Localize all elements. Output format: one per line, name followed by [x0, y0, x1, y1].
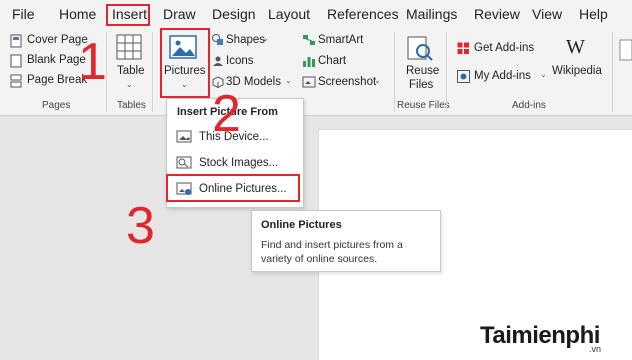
- chart-label: Chart: [318, 55, 347, 67]
- partial-ribbon-icon: [619, 39, 632, 61]
- menu-help[interactable]: Help: [579, 6, 608, 22]
- device-picture-icon: [176, 130, 192, 143]
- chevron-down-icon: ⌄: [285, 76, 292, 85]
- menu-references[interactable]: References: [327, 6, 399, 22]
- pictures-button-highlight: [160, 28, 210, 98]
- addins-icon: [457, 42, 469, 54]
- menu-design[interactable]: Design: [212, 6, 256, 22]
- wikipedia-icon: W: [566, 36, 585, 58]
- menu-file[interactable]: File: [12, 6, 35, 22]
- addins-group-label: Add-ins: [512, 100, 546, 111]
- menu-item-stock-images[interactable]: Stock Images...: [173, 153, 301, 175]
- group-divider: [612, 32, 613, 112]
- smartart-icon: [303, 35, 315, 45]
- shapes-label: Shapes: [226, 34, 266, 46]
- screenshot-icon: [302, 76, 316, 88]
- reuse-group-label: Reuse Files: [397, 100, 450, 111]
- group-divider: [152, 32, 153, 112]
- menu-bar: File Home Insert Draw Design Layout Refe…: [0, 0, 632, 28]
- reuse-label-2: Files: [409, 79, 434, 91]
- icons-icon: [213, 56, 223, 66]
- menu-mailings[interactable]: Mailings: [406, 6, 457, 22]
- blank-page-icon: [10, 54, 22, 68]
- group-divider: [446, 32, 447, 112]
- tables-group-label: Tables: [117, 100, 146, 111]
- menu-draw[interactable]: Draw: [163, 6, 196, 22]
- wikipedia-label: Wikipedia: [552, 65, 602, 77]
- chevron-down-icon: ⌄: [262, 34, 269, 43]
- online-pictures-tooltip: Online Pictures Find and insert pictures…: [251, 210, 441, 272]
- insert-tab-highlight: [106, 4, 150, 26]
- watermark-logo: Taimienphi: [480, 322, 600, 349]
- cover-page-icon: [10, 34, 22, 48]
- my-addins-icon: [457, 70, 470, 83]
- watermark-suffix: .vn: [589, 344, 602, 354]
- shapes-icon: [212, 34, 223, 45]
- screenshot-label: Screenshot: [318, 76, 377, 88]
- step-number-1: 1: [78, 33, 107, 91]
- step-number-3: 3: [126, 197, 155, 255]
- group-divider: [394, 32, 395, 112]
- my-addins-label: My Add-ins: [474, 70, 531, 82]
- reuse-label-1: Reuse: [406, 65, 440, 77]
- tooltip-description: Find and insert pictures from a variety …: [261, 239, 403, 265]
- get-addins-label: Get Add-ins: [474, 42, 535, 54]
- blank-page-label: Blank Page: [27, 54, 86, 66]
- menu-review[interactable]: Review: [474, 6, 520, 22]
- page-break-icon: [10, 74, 22, 88]
- chevron-down-icon: ⌄: [374, 76, 381, 85]
- tooltip-title: Online Pictures: [261, 219, 342, 231]
- menu-home[interactable]: Home: [59, 6, 96, 22]
- table-label: Table: [117, 65, 145, 77]
- online-pictures-highlight: [166, 174, 300, 202]
- table-icon: [116, 34, 142, 60]
- step-number-2: 2: [212, 85, 241, 143]
- chart-icon: [303, 57, 315, 67]
- menu-view[interactable]: View: [532, 6, 562, 22]
- reuse-files-icon: [407, 36, 433, 61]
- menu-layout[interactable]: Layout: [268, 6, 310, 22]
- icons-label: Icons: [226, 55, 254, 67]
- pages-group-label: Pages: [42, 100, 71, 111]
- smartart-label: SmartArt: [318, 34, 364, 46]
- chevron-down-icon: ⌄: [126, 80, 133, 89]
- stock-images-label: Stock Images...: [199, 157, 279, 169]
- chevron-down-icon: ⌄: [540, 70, 547, 79]
- stock-images-icon: [176, 156, 192, 169]
